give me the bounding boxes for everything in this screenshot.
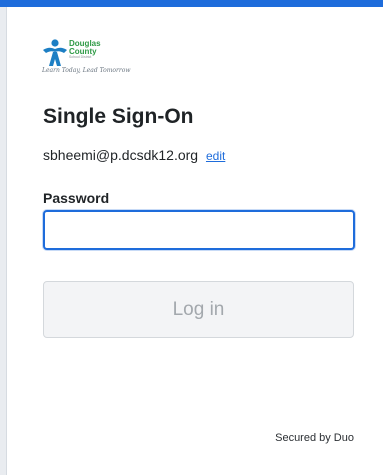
secured-by-duo-text: Secured by Duo — [275, 432, 354, 444]
user-row: sbheemi@p.dcsdk12.org edit — [43, 147, 225, 163]
password-label: Password — [43, 190, 110, 206]
district-logo: Douglas County School District Learn Tod… — [42, 38, 131, 82]
login-frame: Douglas County School District Learn Tod… — [0, 0, 383, 475]
page-title: Single Sign-On — [43, 105, 194, 128]
logo-line-3: School District — [69, 55, 92, 59]
top-accent-bar — [0, 0, 383, 7]
left-edge-strip — [0, 7, 7, 475]
logo-wordmark: Douglas County — [69, 40, 101, 56]
edit-username-link[interactable]: edit — [206, 149, 225, 163]
district-logo-icon — [43, 39, 67, 66]
logo-tagline: Learn Today, Lead Tomorrow — [42, 67, 131, 74]
login-button[interactable]: Log in — [43, 281, 354, 338]
username-text: sbheemi@p.dcsdk12.org — [43, 147, 199, 163]
password-input[interactable] — [43, 210, 355, 250]
